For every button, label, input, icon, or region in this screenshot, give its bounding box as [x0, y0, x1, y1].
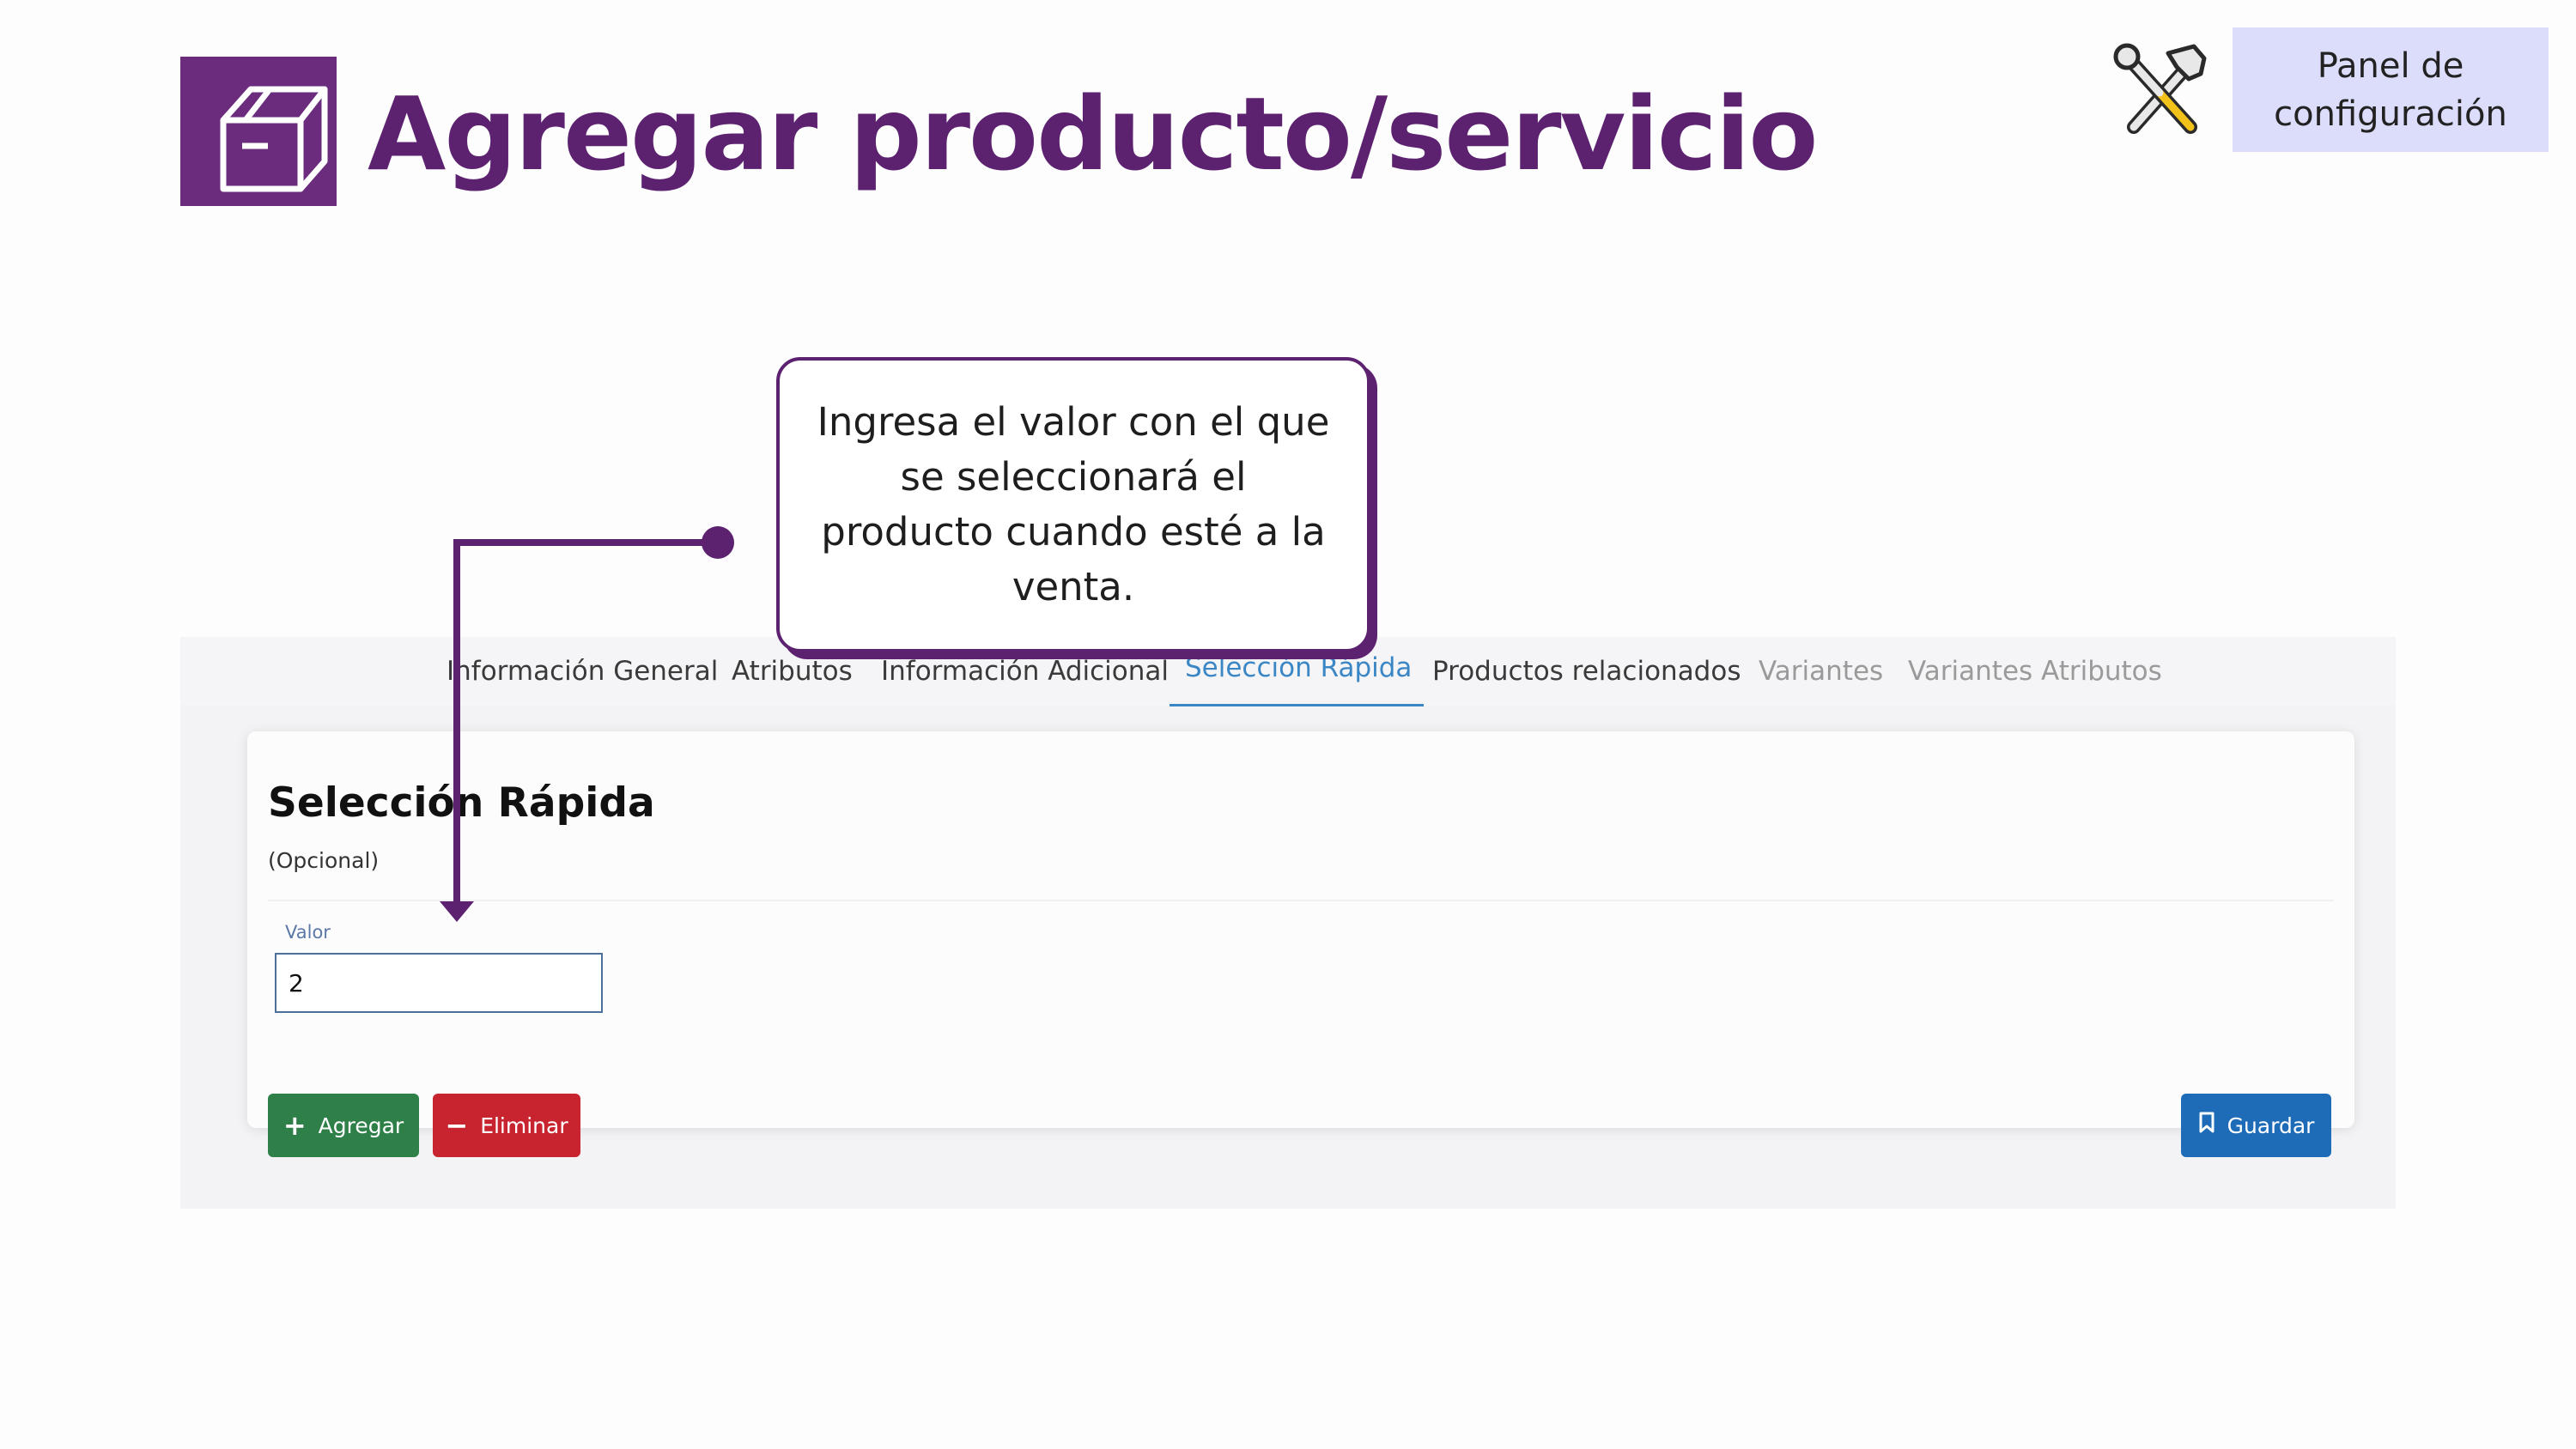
seleccion-rapida-card: Selección Rápida (Opcional) Valor	[247, 731, 2354, 1128]
eliminar-label: Eliminar	[480, 1113, 568, 1138]
app-screenshot: Información General Atributos Informació…	[180, 637, 2396, 1209]
active-tab-indicator	[1170, 704, 1424, 706]
tab-variantes[interactable]: Variantes	[1759, 649, 1883, 694]
guardar-button[interactable]: Guardar	[2181, 1094, 2331, 1157]
agregar-label: Agregar	[318, 1113, 404, 1138]
plus-icon: +	[283, 1109, 307, 1142]
guardar-label: Guardar	[2227, 1113, 2315, 1138]
valor-input[interactable]	[275, 953, 603, 1013]
tab-informacion-adicional[interactable]: Información Adicional	[881, 649, 1169, 694]
page-title: Agregar producto/servicio	[368, 75, 1818, 193]
tab-informacion-general[interactable]: Información General	[447, 649, 718, 694]
config-panel-button[interactable]: Panel de configuración	[2233, 27, 2549, 152]
divider	[268, 900, 2334, 901]
eliminar-button[interactable]: − Eliminar	[433, 1094, 580, 1157]
bookmark-icon	[2198, 1112, 2215, 1139]
tab-productos-relacionados[interactable]: Productos relacionados	[1432, 649, 1741, 694]
config-panel-line1: Panel de	[2317, 45, 2464, 86]
instruction-callout: Ingresa el valor con el que se seleccion…	[776, 357, 1370, 652]
tools-icon	[2108, 41, 2211, 141]
section-subtitle: (Opcional)	[268, 848, 380, 873]
tab-atributos[interactable]: Atributos	[732, 649, 853, 694]
callout-text: Ingresa el valor con el que se seleccion…	[817, 399, 1330, 609]
valor-label: Valor	[285, 922, 331, 943]
agregar-button[interactable]: + Agregar	[268, 1094, 419, 1157]
config-panel-line2: configuración	[2274, 94, 2507, 134]
box-icon	[180, 57, 337, 206]
tab-variantes-atributos[interactable]: Variantes Atributos	[1908, 649, 2162, 694]
minus-icon: −	[445, 1109, 469, 1142]
section-title: Selección Rápida	[268, 779, 655, 827]
